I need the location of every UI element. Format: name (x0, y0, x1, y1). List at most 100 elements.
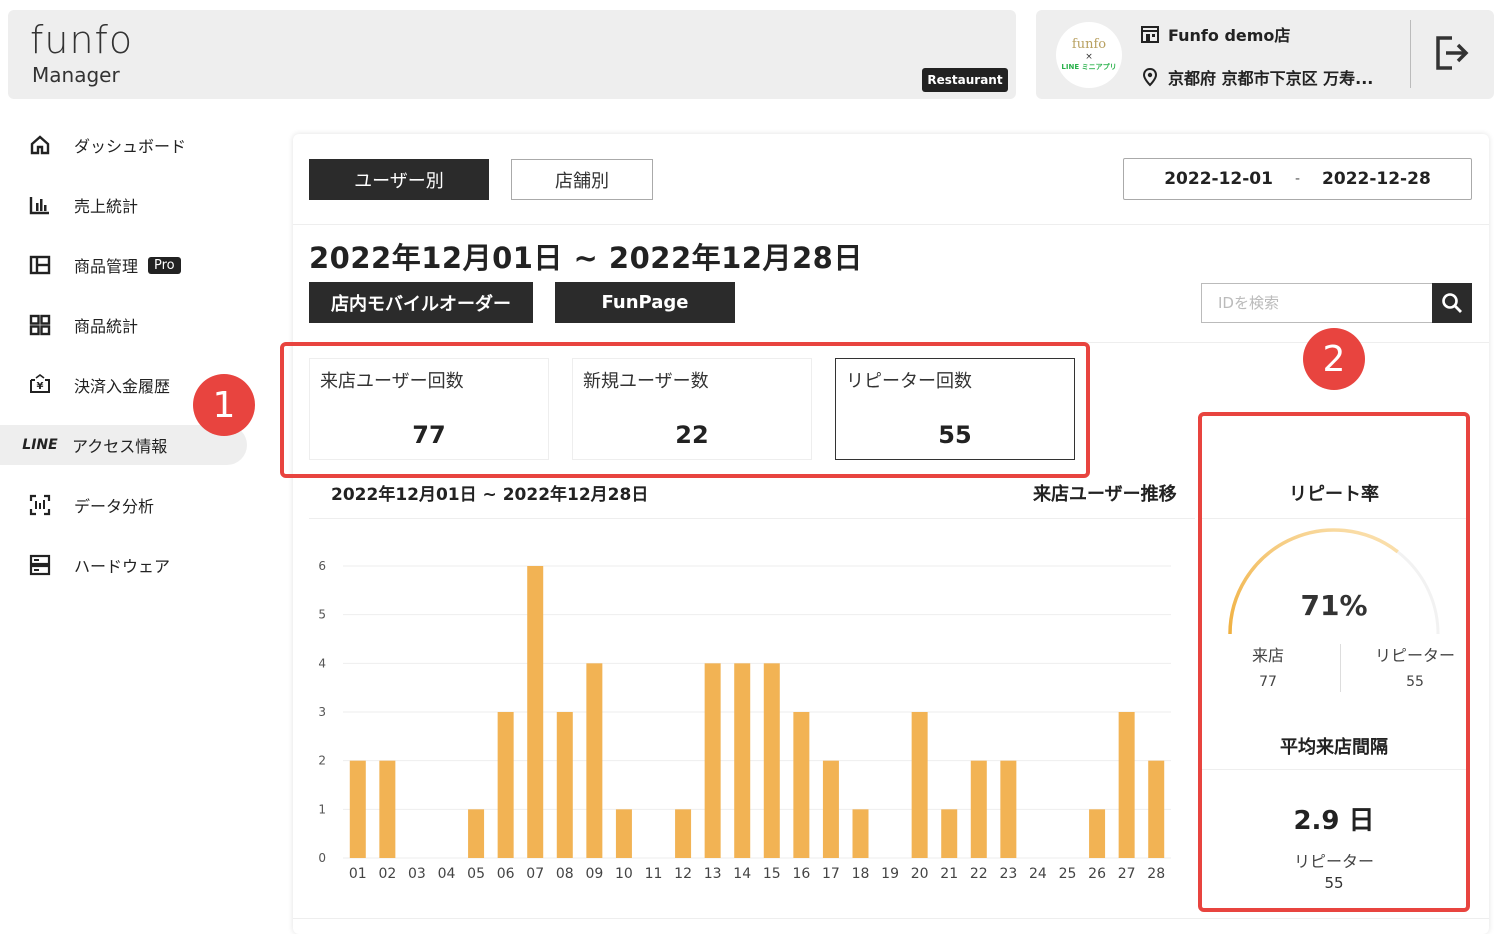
x-tick-label: 25 (1059, 866, 1077, 882)
header-divider (1410, 20, 1411, 88)
divider (293, 224, 1489, 225)
line-icon: LINE (22, 437, 58, 453)
x-tick-label: 17 (822, 866, 840, 882)
sidebar-item-dashboard[interactable]: ダッシュボード (0, 125, 260, 165)
sidebar-item-label: 決済入金履歴 (74, 377, 171, 396)
chart-bar (793, 712, 810, 858)
manager-label: Manager (32, 63, 120, 87)
payment-icon: ¥ (28, 373, 52, 397)
chart-bar (556, 712, 573, 858)
funfo-logo: funfo (30, 18, 134, 62)
y-tick-label: 6 (318, 559, 326, 573)
sidebar-item-label: ハードウェア (74, 557, 171, 576)
date-to: 2022-12-28 (1322, 169, 1431, 189)
chart-bar (941, 809, 958, 858)
x-tick-label: 14 (733, 866, 751, 882)
sidebar-item-label: 商品統計 (74, 317, 139, 336)
x-tick-label: 27 (1118, 866, 1136, 882)
x-tick-label: 02 (378, 866, 396, 882)
svg-text:¥: ¥ (37, 381, 44, 392)
date-separator: - (1294, 171, 1301, 187)
page-title: 2022年12月01日 ~ 2022年12月28日 (309, 241, 863, 275)
chart-heading: 2022年12月01日 ~ 2022年12月28日 (331, 485, 649, 505)
chart-subheading: 来店ユーザー推移 (1033, 484, 1177, 505)
layout-icon (28, 253, 52, 277)
annotation-marker-2: 2 (1303, 328, 1365, 390)
tab-by-store[interactable]: 店舗別 (511, 159, 653, 200)
y-tick-label: 2 (318, 754, 326, 768)
chart-bar (379, 760, 396, 858)
store-logo-line2: × (1085, 52, 1093, 62)
search-button[interactable] (1432, 283, 1472, 323)
y-tick-label: 3 (318, 705, 326, 719)
scan-icon (28, 493, 52, 517)
chart-bar (497, 712, 514, 858)
x-tick-label: 08 (556, 866, 574, 882)
header-store-panel: funfo × LINE ミニアプリ Funfo demo店 京都府 京都市下京… (1036, 10, 1494, 99)
x-tick-label: 23 (999, 866, 1017, 882)
search-box (1201, 283, 1472, 323)
divider (293, 918, 1489, 919)
x-tick-label: 18 (852, 866, 870, 882)
funpage-button[interactable]: FunPage (555, 282, 735, 323)
sidebar-item-label: アクセス情報 (72, 437, 168, 456)
chart-bar (675, 809, 692, 858)
chart-bar (822, 760, 839, 858)
sidebar-item-label: 売上統計 (74, 197, 139, 216)
sidebar-item-sales-stats[interactable]: 売上統計 (0, 185, 260, 225)
search-input[interactable] (1201, 283, 1432, 323)
sidebar-item-label: データ分析 (74, 497, 155, 516)
sidebar-item-label: ダッシュボード (74, 137, 187, 156)
x-tick-label: 28 (1147, 866, 1165, 882)
x-tick-label: 26 (1088, 866, 1106, 882)
sidebar-item-label: 商品管理 (74, 257, 139, 276)
sidebar-item-product-management[interactable]: 商品管理 Pro (0, 245, 260, 285)
restaurant-badge: Restaurant (922, 68, 1008, 92)
x-tick-label: 20 (911, 866, 929, 882)
annotation-highlight-stats (280, 342, 1090, 478)
x-tick-label: 22 (970, 866, 988, 882)
annotation-marker-1: 1 (193, 374, 255, 436)
logout-icon[interactable] (1434, 34, 1470, 72)
pro-badge: Pro (148, 256, 181, 274)
chart-bar (734, 663, 751, 858)
grid-icon (28, 313, 52, 337)
store-icon (1141, 26, 1159, 43)
store-logo-line3: LINE ミニアプリ (1061, 63, 1117, 71)
sidebar: ダッシュボード 売上統計 商品管理 Pro 商品統計 ¥ 決済入金履歴 LINE… (0, 125, 260, 605)
server-icon (28, 553, 52, 577)
chart-bar (615, 809, 632, 858)
visit-trend-chart: 012345601 02 03 04 05 06 07 08 09 10 11 12 13 14 15 16 1… (318, 559, 1171, 882)
chart-bar (349, 760, 366, 858)
chart-bar (852, 809, 869, 858)
x-tick-label: 15 (763, 866, 781, 882)
x-tick-label: 09 (585, 866, 603, 882)
home-icon (28, 133, 52, 157)
header-brand-panel: funfo Manager Restaurant (8, 10, 1016, 99)
date-range-picker[interactable]: 2022-12-01 - 2022-12-28 (1123, 158, 1472, 200)
location-pin-icon (1142, 67, 1158, 87)
x-tick-label: 24 (1029, 866, 1047, 882)
tab-by-user[interactable]: ユーザー別 (309, 159, 489, 200)
annotation-highlight-repeat (1198, 412, 1470, 912)
y-tick-label: 4 (318, 656, 326, 670)
divider (309, 518, 1195, 519)
x-tick-label: 11 (645, 866, 663, 882)
chart-bar (468, 809, 485, 858)
y-tick-label: 1 (318, 802, 326, 816)
chart-bar (1148, 760, 1165, 858)
chart-bar (704, 663, 721, 858)
chart-bar (586, 663, 603, 858)
sidebar-item-hardware[interactable]: ハードウェア (0, 545, 260, 585)
chart-bar (763, 663, 780, 858)
chart-bar (1000, 760, 1017, 858)
y-tick-label: 0 (318, 851, 326, 865)
x-tick-label: 05 (467, 866, 485, 882)
sidebar-item-product-stats[interactable]: 商品統計 (0, 305, 260, 345)
sidebar-item-data-analysis[interactable]: データ分析 (0, 485, 260, 525)
mobile-order-button[interactable]: 店内モバイルオーダー (309, 282, 533, 323)
x-tick-label: 19 (881, 866, 899, 882)
date-from: 2022-12-01 (1164, 169, 1273, 189)
x-tick-label: 12 (674, 866, 692, 882)
chart-bar (527, 566, 544, 858)
